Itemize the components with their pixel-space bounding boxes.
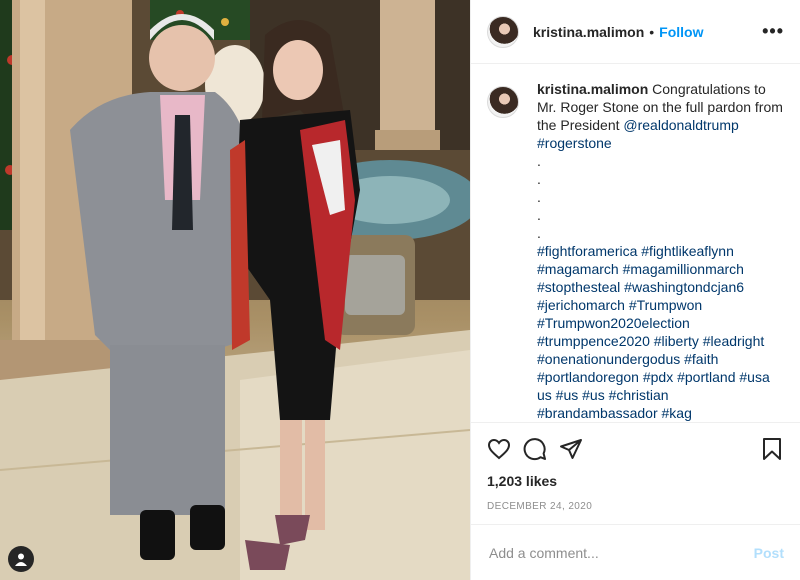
- caption-text: kristina.malimon Congratulations to Mr. …: [537, 80, 784, 422]
- comment-bar: Post: [471, 524, 800, 580]
- instagram-post: kristina.malimon • Follow ••• kristina.m…: [0, 0, 800, 580]
- caption-avatar[interactable]: [487, 86, 519, 118]
- action-icons: [487, 433, 784, 465]
- tagged-user-icon[interactable]: [8, 546, 34, 572]
- likes-count[interactable]: 1,203 likes: [487, 473, 784, 489]
- caption-area: kristina.malimon Congratulations to Mr. …: [471, 64, 800, 422]
- share-icon[interactable]: [559, 437, 583, 461]
- mention-link[interactable]: @realdonaldtrump: [623, 117, 738, 133]
- hashtag-link[interactable]: #rogerstone: [537, 134, 784, 152]
- caption-username[interactable]: kristina.malimon: [537, 81, 648, 97]
- caption-dot: .: [537, 171, 541, 187]
- more-options-icon[interactable]: •••: [762, 21, 784, 42]
- post-photo[interactable]: [0, 0, 470, 580]
- author-avatar[interactable]: [487, 15, 519, 48]
- post-actions: 1,203 likes DECEMBER 24, 2020: [471, 422, 800, 524]
- caption-dot: .: [537, 189, 541, 205]
- post-sidebar: kristina.malimon • Follow ••• kristina.m…: [470, 0, 800, 580]
- comment-input[interactable]: [487, 543, 754, 562]
- caption-dot: .: [537, 207, 541, 223]
- header-separator: •: [649, 23, 655, 40]
- follow-button[interactable]: Follow: [659, 24, 703, 40]
- hashtag-list[interactable]: #fightforamerica #fightlikeaflynn #magam…: [537, 243, 770, 422]
- post-comment-button[interactable]: Post: [754, 545, 784, 561]
- heart-icon[interactable]: [487, 437, 511, 461]
- post-header: kristina.malimon • Follow •••: [471, 0, 800, 64]
- caption-dot: .: [537, 153, 541, 169]
- author-username[interactable]: kristina.malimon: [533, 24, 644, 40]
- photo-scene: [0, 0, 470, 580]
- post-date[interactable]: DECEMBER 24, 2020: [487, 501, 784, 512]
- caption-dot: .: [537, 225, 541, 241]
- comment-icon[interactable]: [523, 437, 547, 461]
- bookmark-icon[interactable]: [760, 437, 784, 461]
